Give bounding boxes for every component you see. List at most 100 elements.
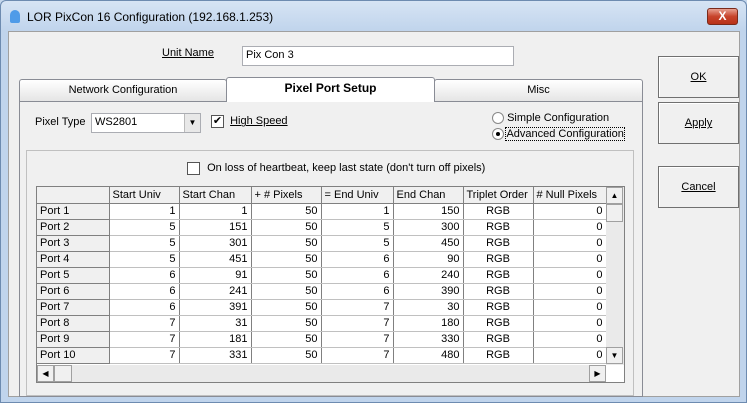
grid-cell[interactable]: RGB: [463, 347, 534, 364]
row-header[interactable]: Port 1: [37, 203, 110, 220]
grid-cell[interactable]: 50: [251, 315, 322, 332]
column-header[interactable]: + # Pixels: [251, 187, 322, 204]
grid-cell[interactable]: 50: [251, 219, 322, 236]
table-row[interactable]: Port 3 5 301 50 5 450 RGB 0: [37, 235, 607, 252]
simple-configuration-radio[interactable]: Simple Configuration: [492, 112, 609, 125]
table-row[interactable]: Port 2 5 151 50 5 300 RGB 0: [37, 219, 607, 236]
grid-cell[interactable]: RGB: [463, 203, 534, 220]
grid-cell[interactable]: 5: [321, 219, 394, 236]
grid-cell[interactable]: 150: [393, 203, 464, 220]
grid-cell[interactable]: 0: [533, 203, 607, 220]
grid-cell[interactable]: 7: [109, 347, 180, 364]
grid-cell[interactable]: 301: [179, 235, 252, 252]
column-header[interactable]: End Chan: [393, 187, 464, 204]
grid-cell[interactable]: 5: [109, 219, 180, 236]
grid-cell[interactable]: 30: [393, 299, 464, 316]
grid-cell[interactable]: RGB: [463, 315, 534, 332]
grid-cell[interactable]: 6: [321, 267, 394, 284]
table-row[interactable]: Port 7 6 391 50 7 30 RGB 0: [37, 299, 607, 316]
pixel-type-select[interactable]: WS2801 ▼: [91, 113, 201, 133]
table-row[interactable]: Port 4 5 451 50 6 90 RGB 0: [37, 251, 607, 268]
grid-cell[interactable]: 391: [179, 299, 252, 316]
scroll-down-icon[interactable]: ▼: [606, 347, 623, 364]
grid-cell[interactable]: 91: [179, 267, 252, 284]
grid-cell[interactable]: 6: [321, 251, 394, 268]
grid-cell[interactable]: 241: [179, 283, 252, 300]
table-row[interactable]: Port 8 7 31 50 7 180 RGB 0: [37, 315, 607, 332]
grid-cell[interactable]: 0: [533, 251, 607, 268]
table-row[interactable]: Port 1 1 1 50 1 150 RGB 0: [37, 203, 607, 220]
grid-cell[interactable]: 50: [251, 235, 322, 252]
grid-cell[interactable]: 5: [321, 235, 394, 252]
row-header[interactable]: Port 8: [37, 315, 110, 332]
grid-cell[interactable]: 390: [393, 283, 464, 300]
grid-cell[interactable]: 50: [251, 299, 322, 316]
heartbeat-checkbox[interactable]: On loss of heartbeat, keep last state (d…: [187, 162, 485, 175]
grid-cell[interactable]: 151: [179, 219, 252, 236]
apply-button[interactable]: Apply: [658, 102, 739, 144]
grid-cell[interactable]: 0: [533, 315, 607, 332]
title-bar[interactable]: LOR PixCon 16 Configuration (192.168.1.2…: [1, 1, 746, 31]
row-header[interactable]: Port 7: [37, 299, 110, 316]
grid-cell[interactable]: 450: [393, 235, 464, 252]
grid-cell[interactable]: 7: [321, 347, 394, 364]
grid-cell[interactable]: 50: [251, 347, 322, 364]
table-row[interactable]: Port 5 6 91 50 6 240 RGB 0: [37, 267, 607, 284]
horizontal-scrollbar[interactable]: ◀ ▶: [37, 365, 606, 382]
grid-cell[interactable]: 0: [533, 347, 607, 364]
grid-cell[interactable]: 1: [179, 203, 252, 220]
checkbox-unchecked-icon[interactable]: [187, 162, 200, 175]
grid-cell[interactable]: 6: [109, 299, 180, 316]
grid-cell[interactable]: 7: [321, 331, 394, 348]
grid-cell[interactable]: 50: [251, 267, 322, 284]
grid-cell[interactable]: 480: [393, 347, 464, 364]
column-header[interactable]: Start Chan: [179, 187, 252, 204]
column-header[interactable]: Triplet Order: [463, 187, 534, 204]
grid-cell[interactable]: 7: [321, 299, 394, 316]
tab-pixel-port-setup[interactable]: Pixel Port Setup: [226, 77, 435, 102]
scroll-up-icon[interactable]: ▲: [606, 187, 623, 204]
grid-cell[interactable]: RGB: [463, 219, 534, 236]
row-header[interactable]: Port 3: [37, 235, 110, 252]
row-header[interactable]: Port 4: [37, 251, 110, 268]
vertical-scrollbar[interactable]: ▲ ▼: [606, 187, 624, 365]
grid-cell[interactable]: RGB: [463, 283, 534, 300]
grid-cell[interactable]: 7: [109, 331, 180, 348]
grid-cell[interactable]: 0: [533, 299, 607, 316]
close-button[interactable]: X: [707, 8, 738, 25]
grid-cell[interactable]: 300: [393, 219, 464, 236]
grid-cell[interactable]: 50: [251, 331, 322, 348]
unit-name-input[interactable]: Pix Con 3: [242, 46, 514, 66]
grid-cell[interactable]: 0: [533, 283, 607, 300]
grid-cell[interactable]: 6: [109, 283, 180, 300]
row-header[interactable]: Port 10: [37, 347, 110, 364]
port-grid[interactable]: Start Univ Start Chan + # Pixels = End U…: [36, 186, 625, 383]
grid-cell[interactable]: 1: [109, 203, 180, 220]
grid-cell[interactable]: 0: [533, 219, 607, 236]
grid-cell[interactable]: RGB: [463, 299, 534, 316]
grid-cell[interactable]: 90: [393, 251, 464, 268]
grid-cell[interactable]: 0: [533, 267, 607, 284]
checkbox-checked-icon[interactable]: ✔: [211, 115, 224, 128]
grid-cell[interactable]: 7: [109, 315, 180, 332]
grid-cell[interactable]: 180: [393, 315, 464, 332]
table-row[interactable]: Port 10 7 331 50 7 480 RGB 0: [37, 347, 607, 364]
grid-cell[interactable]: RGB: [463, 251, 534, 268]
grid-cell[interactable]: 330: [393, 331, 464, 348]
grid-cell[interactable]: 331: [179, 347, 252, 364]
column-header[interactable]: = End Univ: [321, 187, 394, 204]
grid-cell[interactable]: 5: [109, 235, 180, 252]
grid-cell[interactable]: 31: [179, 315, 252, 332]
column-header[interactable]: # Null Pixels: [533, 187, 607, 204]
horizontal-scroll-thumb[interactable]: [54, 365, 72, 382]
grid-cell[interactable]: RGB: [463, 331, 534, 348]
grid-cell[interactable]: 7: [321, 315, 394, 332]
grid-cell[interactable]: 0: [533, 235, 607, 252]
row-header[interactable]: Port 9: [37, 331, 110, 348]
grid-cell[interactable]: 5: [109, 251, 180, 268]
row-header[interactable]: Port 6: [37, 283, 110, 300]
scroll-right-icon[interactable]: ▶: [589, 365, 606, 382]
tab-network-configuration[interactable]: Network Configuration: [19, 79, 227, 101]
column-header[interactable]: Start Univ: [109, 187, 180, 204]
cancel-button[interactable]: Cancel: [658, 166, 739, 208]
